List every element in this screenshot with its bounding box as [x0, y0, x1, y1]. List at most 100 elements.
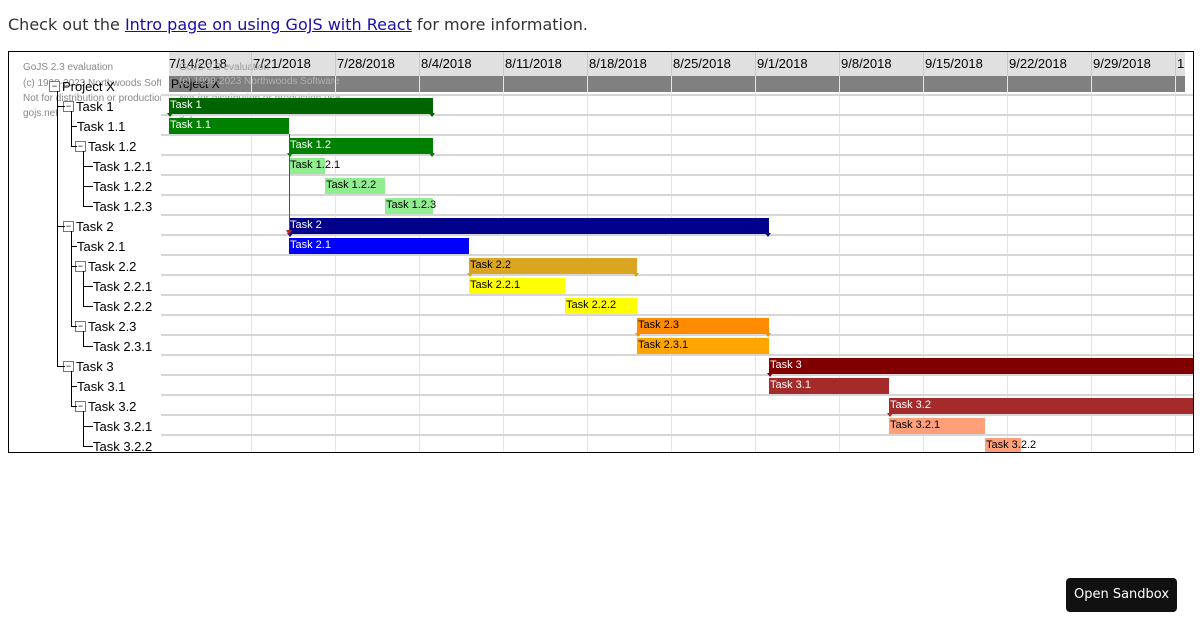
task-bar[interactable]: Task 2.1: [289, 238, 469, 254]
task-bar[interactable]: Task 2.2: [467, 258, 639, 277]
row-separator: [161, 294, 1193, 296]
task-bar[interactable]: Task 3.2.2: [985, 438, 1036, 452]
task-bar[interactable]: Task 1.2.3: [385, 198, 436, 214]
tree-connector-line: [83, 151, 84, 207]
summary-bar-end-marker: [633, 273, 639, 277]
timeline-date-label: 1: [1177, 56, 1185, 71]
tree-connector-line: [57, 366, 65, 367]
task-bar[interactable]: Task 2.2.1: [469, 278, 565, 294]
summary-bar-end-marker: [467, 273, 473, 277]
task-bar-label: Task 3: [770, 359, 802, 371]
tree-node[interactable]: − Task 3.2: [75, 397, 136, 415]
collapse-toggle-icon[interactable]: −: [49, 80, 60, 92]
tree-node[interactable]: Task 2.3.1: [91, 337, 152, 355]
row-separator: [161, 114, 1193, 116]
task-bar-label: Task 3.2: [890, 399, 931, 411]
tree-node-label: Task 2.1: [77, 238, 126, 254]
row-separator: [161, 194, 1193, 196]
week-divider: [251, 52, 252, 76]
tree-node[interactable]: Task 2.2.1: [91, 277, 152, 295]
tree-connector-line: [71, 111, 72, 147]
intro-link[interactable]: Intro page on using GoJS with React: [125, 15, 412, 34]
summary-bar-end-marker: [287, 153, 293, 157]
summary-bar-end-marker: [767, 373, 773, 377]
gantt-chart-panel[interactable]: 7/14/2018 7/21/2018 7/28/2018 8/4/2018 8/11/…: [161, 52, 1193, 452]
timeline-date-label: 8/18/2018: [589, 56, 647, 71]
timeline-date-label: 9/15/2018: [925, 56, 983, 71]
tree-connector-line: [83, 411, 84, 447]
task-tree-panel[interactable]: GoJS 2.3 evaluation (c) 1998-2023 Northw…: [9, 52, 161, 452]
summary-bar-end-marker: [167, 113, 173, 117]
tree-node[interactable]: Task 3.2.2: [91, 437, 153, 453]
task-bar[interactable]: Task 2.3: [635, 318, 771, 337]
task-bar[interactable]: Task 1: [167, 98, 435, 117]
task-bar-label: Task 2: [290, 219, 322, 231]
row-separator: [161, 234, 1193, 236]
timeline-date-label: 9/22/2018: [1009, 56, 1067, 71]
tree-node-label: Task 3.2.2: [93, 438, 153, 453]
task-bar-label: Task 1.2.2: [326, 179, 377, 191]
tree-node[interactable]: − Task 2.2: [75, 257, 136, 275]
week-divider: [503, 52, 504, 76]
tree-node[interactable]: Task 2.2.2: [91, 297, 152, 315]
summary-bar-end-marker: [429, 113, 435, 117]
tree-node[interactable]: Task 3.1: [75, 377, 125, 395]
task-bar[interactable]: Task 2.3.1: [637, 338, 769, 354]
task-bar-label: Task 3.2.1: [890, 419, 941, 431]
tree-connector-line: [83, 346, 93, 347]
tree-node-label: Task 3.2: [88, 398, 137, 414]
tree-node[interactable]: Task 3.2.1: [91, 417, 152, 435]
tree-node[interactable]: Task 1.2.1: [91, 157, 152, 175]
summary-bar-end-marker: [765, 233, 771, 237]
task-bar[interactable]: Task 1.2.1: [289, 158, 340, 174]
task-bar[interactable]: Task 3.2: [887, 398, 1193, 417]
tree-node[interactable]: − Project X: [49, 77, 115, 95]
task-bar[interactable]: Task 2.2.2: [565, 298, 637, 314]
timeline-date-label: 8/4/2018: [421, 56, 472, 71]
intro-text: Check out the Intro page on using GoJS w…: [8, 15, 588, 34]
summary-bar-end-marker: [887, 413, 893, 417]
row-separator: [161, 334, 1193, 336]
tree-connector-line: [83, 331, 84, 347]
tree-connector-line: [83, 186, 93, 187]
gantt-diagram[interactable]: GoJS 2.3 evaluation (c) 1998-2023 Northw…: [8, 51, 1194, 453]
week-divider: [1175, 52, 1176, 76]
tree-connector-line: [83, 426, 93, 427]
summary-bar-end-marker: [765, 333, 771, 337]
tree-connector-line: [57, 226, 65, 227]
watermark-line4: gojs.net: [23, 108, 59, 119]
watermark-overlay-line2: (c) 1998-2023 Northwoods Software: [179, 76, 340, 87]
timeline-header: 7/14/2018 7/21/2018 7/28/2018 8/4/2018 8/11/…: [169, 52, 1185, 76]
task-bar[interactable]: Task 1.1: [169, 118, 289, 134]
task-bar-label: Task 1.2: [290, 139, 331, 151]
task-bar[interactable]: Task 1.2: [287, 138, 435, 157]
week-divider: [335, 52, 336, 76]
tree-node[interactable]: Task 1.2.3: [91, 197, 152, 215]
row-separator: [161, 354, 1193, 356]
tree-node[interactable]: Task 2.1: [75, 237, 125, 255]
tree-node[interactable]: − Task 1.2: [75, 137, 136, 155]
task-bar[interactable]: Task 3.1: [769, 378, 889, 394]
tree-node-label: Task 1.2.1: [93, 158, 153, 174]
summary-bar-end-marker: [635, 333, 641, 337]
task-bar[interactable]: Task 2: [287, 218, 771, 237]
tree-node[interactable]: − Task 2.3: [75, 317, 136, 335]
tree-node[interactable]: Task 1.2.2: [91, 177, 152, 195]
task-bar[interactable]: Task 3: [767, 358, 1193, 377]
task-bar-label: Task 3.1: [770, 379, 811, 391]
tree-connector-line: [71, 231, 72, 327]
tree-node-label: Task 1.2.3: [93, 198, 153, 214]
task-bar-label: Task 2.3.1: [638, 339, 689, 351]
task-bar[interactable]: Task 1.2.2: [325, 178, 385, 194]
tree-node-label: Task 1.2.2: [93, 178, 153, 194]
timeline-date-label: 8/25/2018: [673, 56, 731, 71]
tree-node[interactable]: Task 1.1: [75, 117, 125, 135]
task-bar[interactable]: Task 3.2.1: [889, 418, 985, 434]
task-bar-label: Task 3.2.2: [986, 439, 1037, 451]
tree-node-label: Project X: [62, 78, 115, 94]
timeline-date-label: 8/11/2018: [505, 56, 562, 71]
open-sandbox-button[interactable]: Open Sandbox: [1066, 578, 1177, 612]
week-divider: [587, 52, 588, 76]
timeline-date-label: 7/28/2018: [337, 56, 395, 71]
dependency-link[interactable]: [289, 134, 290, 232]
